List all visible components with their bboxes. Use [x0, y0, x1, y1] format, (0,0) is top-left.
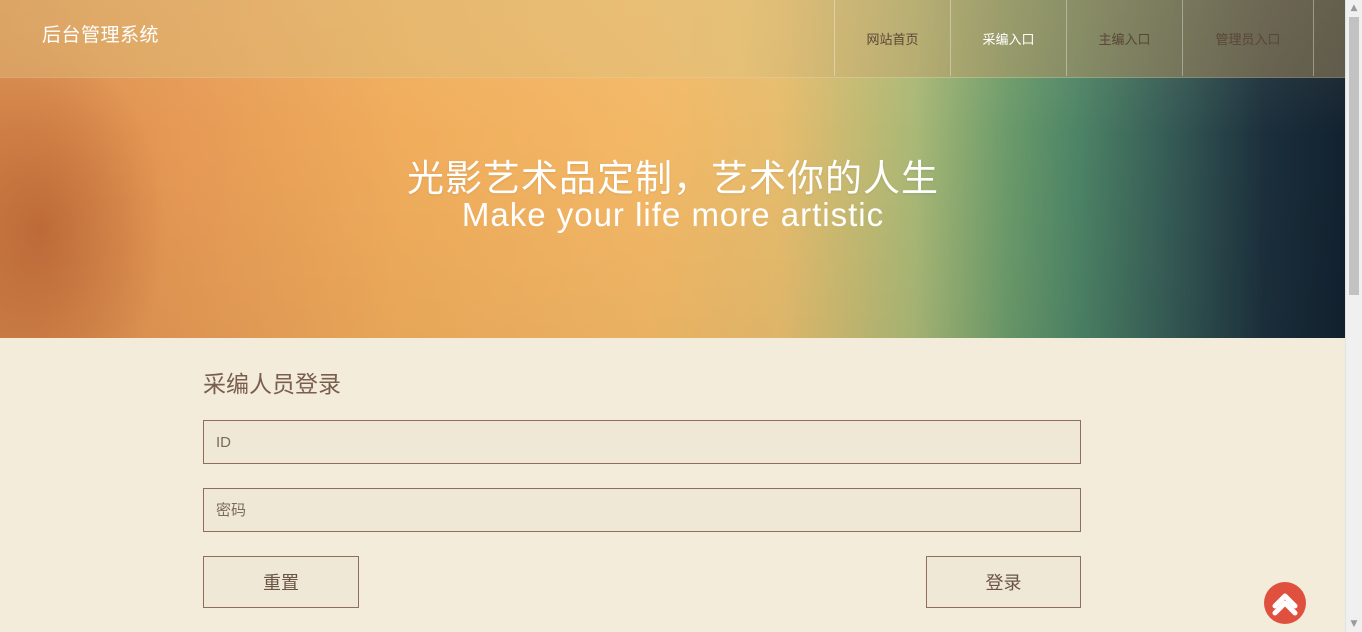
login-title: 采编人员登录 — [203, 372, 341, 398]
reset-button[interactable]: 重置 — [203, 556, 359, 608]
scroll-up-arrow-icon[interactable]: ▲ — [1346, 0, 1362, 16]
scroll-down-arrow-icon[interactable]: ▼ — [1346, 616, 1362, 632]
nav-item-chief-editor-entry[interactable]: 主编入口 — [1066, 0, 1182, 76]
nav-item-editor-entry[interactable]: 采编入口 — [950, 0, 1066, 76]
back-to-top-button[interactable] — [1264, 582, 1306, 624]
nav-item-admin-entry[interactable]: 管理员入口 — [1182, 0, 1314, 76]
hero-title: 光影艺术品定制，艺术你的人生 — [407, 157, 939, 200]
login-form: 采编人员登录 重置 登录 — [203, 338, 1081, 608]
login-button[interactable]: 登录 — [926, 556, 1081, 608]
password-input[interactable] — [203, 488, 1081, 532]
button-row: 重置 登录 — [203, 556, 1081, 608]
hero-subtitle: Make your life more artistic — [461, 196, 885, 233]
id-input[interactable] — [203, 420, 1081, 464]
chevron-up-icon — [1272, 593, 1298, 616]
vertical-scrollbar[interactable]: ▲ ▼ — [1345, 0, 1362, 632]
site-brand[interactable]: 后台管理系统 — [42, 20, 159, 47]
scroll-thumb[interactable] — [1349, 17, 1359, 295]
nav-item-home[interactable]: 网站首页 — [834, 0, 950, 76]
main-nav: 网站首页 采编入口 主编入口 管理员入口 — [834, 0, 1314, 76]
